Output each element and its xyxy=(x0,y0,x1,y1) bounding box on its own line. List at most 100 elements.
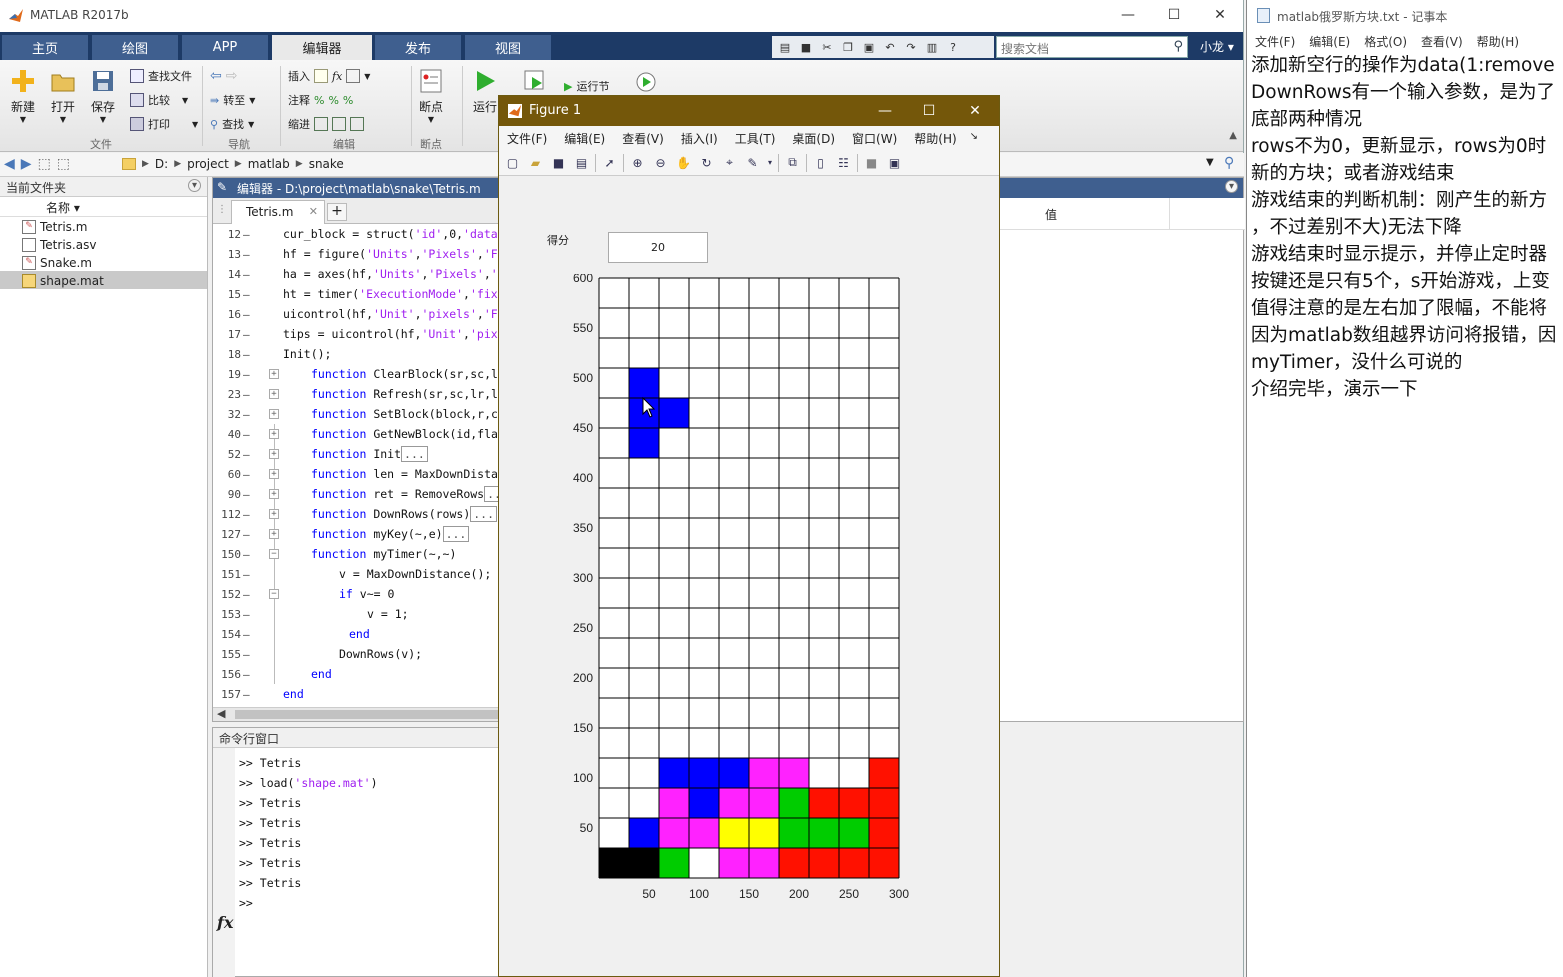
code-area[interactable]: 12– cur_block = struct('id',0,'data 13– hf … xyxy=(213,224,499,708)
code-line[interactable]: 18– Init(); xyxy=(213,344,499,364)
tab-plots[interactable]: 绘图 xyxy=(92,35,178,60)
show-tools-icon[interactable]: ▣ xyxy=(885,153,904,172)
breakpoint-gutter[interactable]: – xyxy=(243,688,250,701)
scroll-left-icon[interactable]: ◀ xyxy=(217,707,225,720)
comment-button[interactable]: 注释%%% xyxy=(288,92,353,108)
rotate-icon[interactable]: ↻ xyxy=(697,153,716,172)
expand-fold-icon[interactable]: + xyxy=(269,429,279,439)
forward-icon[interactable]: ▶ xyxy=(21,156,32,172)
code-line[interactable]: 13– hf = figure('Units','Pixels','F xyxy=(213,244,499,264)
path-dropdown-icon[interactable]: ▼ xyxy=(1206,157,1214,168)
tab-publish[interactable]: 发布 xyxy=(375,35,461,60)
close-button[interactable]: ✕ xyxy=(1197,0,1243,30)
breadcrumb-item[interactable]: D: xyxy=(155,157,168,171)
menu-tools[interactable]: 工具(T) xyxy=(735,130,776,147)
code-line[interactable]: 150– − function myTimer(~,~) xyxy=(213,544,499,564)
new-button[interactable]: 新建 ▼ xyxy=(10,68,36,124)
breakpoint-gutter[interactable]: – xyxy=(243,348,250,361)
fx-icon[interactable]: fx xyxy=(332,70,342,83)
search-icon[interactable]: ⚲ xyxy=(1173,39,1183,54)
editor-tab-tetris[interactable]: Tetris.m ✕ xyxy=(231,200,325,224)
code-line[interactable]: 12– cur_block = struct('id',0,'data xyxy=(213,224,499,244)
percent-icon[interactable]: % xyxy=(314,94,324,107)
code-line[interactable]: 52– + function Init... xyxy=(213,444,499,464)
open-file-icon[interactable]: ▰ xyxy=(526,153,545,172)
code-line[interactable]: 16– uicontrol(hf,'Unit','pixels','F xyxy=(213,304,499,324)
expand-fold-icon[interactable]: + xyxy=(269,449,279,459)
file-item-tetris-m[interactable]: ✎ Tetris.m xyxy=(0,217,207,235)
new-figure-icon[interactable]: ▢ xyxy=(503,153,522,172)
back-forward-buttons[interactable]: ⇦ ⇨ xyxy=(210,68,237,84)
expand-fold-icon[interactable]: + xyxy=(269,389,279,399)
search-documentation-input[interactable]: 搜索文档 ⚲ xyxy=(996,36,1188,58)
save-figure-icon[interactable]: ■ xyxy=(549,153,568,172)
code-line[interactable]: 155– DownRows(v); xyxy=(213,644,499,664)
tab-editor[interactable]: 编辑器 xyxy=(272,35,372,60)
maximize-button[interactable]: ☐ xyxy=(1151,0,1197,30)
arrow-left-icon[interactable]: ⇦ xyxy=(210,68,222,84)
new-tab-button[interactable]: + xyxy=(327,203,347,221)
save-icon[interactable]: ■ xyxy=(797,39,815,55)
arrow-right-icon[interactable]: ⇨ xyxy=(226,68,238,84)
expand-fold-icon[interactable]: + xyxy=(269,369,279,379)
dock-arrow-icon[interactable]: ↘ xyxy=(970,131,978,142)
folded-code-ellipsis[interactable]: ... xyxy=(442,526,470,542)
percent-wrap-icon[interactable]: % xyxy=(343,94,353,107)
menu-desktop[interactable]: 桌面(D) xyxy=(792,130,835,147)
np-menu-view[interactable]: 查看(V) xyxy=(1421,33,1463,50)
pointer-icon[interactable]: ➚ xyxy=(600,153,619,172)
zoom-out-icon[interactable]: ⊖ xyxy=(651,153,670,172)
scroll-thumb[interactable] xyxy=(235,710,499,719)
tab-list-icon[interactable]: ⋮ xyxy=(217,204,227,215)
legend-icon[interactable]: ☷ xyxy=(834,153,853,172)
file-item-tetris-asv[interactable]: Tetris.asv xyxy=(0,235,207,253)
back-icon[interactable]: ◀ xyxy=(4,156,15,172)
tab-home[interactable]: 主页 xyxy=(2,35,88,60)
breakpoint-gutter[interactable]: – xyxy=(243,428,250,441)
fx-icon[interactable]: fx xyxy=(217,913,233,932)
run-and-time-icon[interactable] xyxy=(634,68,660,94)
compare-button[interactable]: 比较 ▼ xyxy=(130,92,188,108)
breakpoint-gutter[interactable]: – xyxy=(243,388,250,401)
breakpoint-gutter[interactable]: – xyxy=(243,268,250,281)
folded-code-ellipsis[interactable]: ... xyxy=(401,446,428,462)
code-line[interactable]: 127– + function myKey(~,e)... xyxy=(213,524,499,544)
code-line[interactable]: 14– ha = axes(hf,'Units','Pixels',' xyxy=(213,264,499,284)
breakpoint-gutter[interactable]: – xyxy=(243,408,250,421)
expand-fold-icon[interactable]: + xyxy=(269,409,279,419)
folded-code-ellipsis[interactable]: ... xyxy=(484,486,499,502)
breakpoint-gutter[interactable]: – xyxy=(243,488,250,501)
expand-fold-icon[interactable]: + xyxy=(269,469,279,479)
code-line[interactable]: 90– + function ret = RemoveRows... xyxy=(213,484,499,504)
breakpoint-gutter[interactable]: – xyxy=(243,288,250,301)
cut-icon[interactable]: ✂ xyxy=(818,39,836,55)
brush-dropdown-icon[interactable]: ▾ xyxy=(766,153,774,172)
np-menu-file[interactable]: 文件(F) xyxy=(1255,33,1295,50)
code-line[interactable]: 157– end xyxy=(213,684,499,704)
link-plot-icon[interactable]: ⧉ xyxy=(783,153,802,172)
indent-button[interactable]: 缩进 xyxy=(288,116,364,132)
new-script-icon[interactable]: ▤ xyxy=(776,39,794,55)
code-line[interactable]: 154– end xyxy=(213,624,499,644)
help-icon[interactable]: ? xyxy=(944,39,962,55)
open-button[interactable]: 打开 ▼ xyxy=(50,68,76,124)
breakpoint-gutter[interactable]: – xyxy=(243,528,250,541)
search-folder-icon[interactable]: ⚲ xyxy=(1224,155,1234,171)
expand-fold-icon[interactable]: + xyxy=(269,489,279,499)
breakpoint-gutter[interactable]: – xyxy=(243,568,250,581)
breakpoint-gutter[interactable]: – xyxy=(243,588,250,601)
breakpoint-gutter[interactable]: – xyxy=(243,228,250,241)
undo-icon[interactable]: ↶ xyxy=(881,39,899,55)
expand-fold-icon[interactable]: + xyxy=(269,529,279,539)
breakpoint-gutter[interactable]: – xyxy=(243,308,250,321)
code-line[interactable]: 15– ht = timer('ExecutionMode','fix xyxy=(213,284,499,304)
run-section-button[interactable]: ▶ 运行节 xyxy=(564,78,609,94)
breakpoint-gutter[interactable]: – xyxy=(243,508,250,521)
figure-minimize-button[interactable]: — xyxy=(863,96,907,126)
figure-maximize-button[interactable]: ☐ xyxy=(907,96,951,126)
tab-apps[interactable]: APP xyxy=(182,35,268,60)
command-window[interactable]: 命令行窗口 fx >> Tetris >> load('shape.mat') >>… xyxy=(212,727,512,977)
hide-tools-icon[interactable]: ■ xyxy=(862,153,881,172)
menu-view[interactable]: 查看(V) xyxy=(622,130,664,147)
code-line[interactable]: 32– + function SetBlock(block,r,c xyxy=(213,404,499,424)
